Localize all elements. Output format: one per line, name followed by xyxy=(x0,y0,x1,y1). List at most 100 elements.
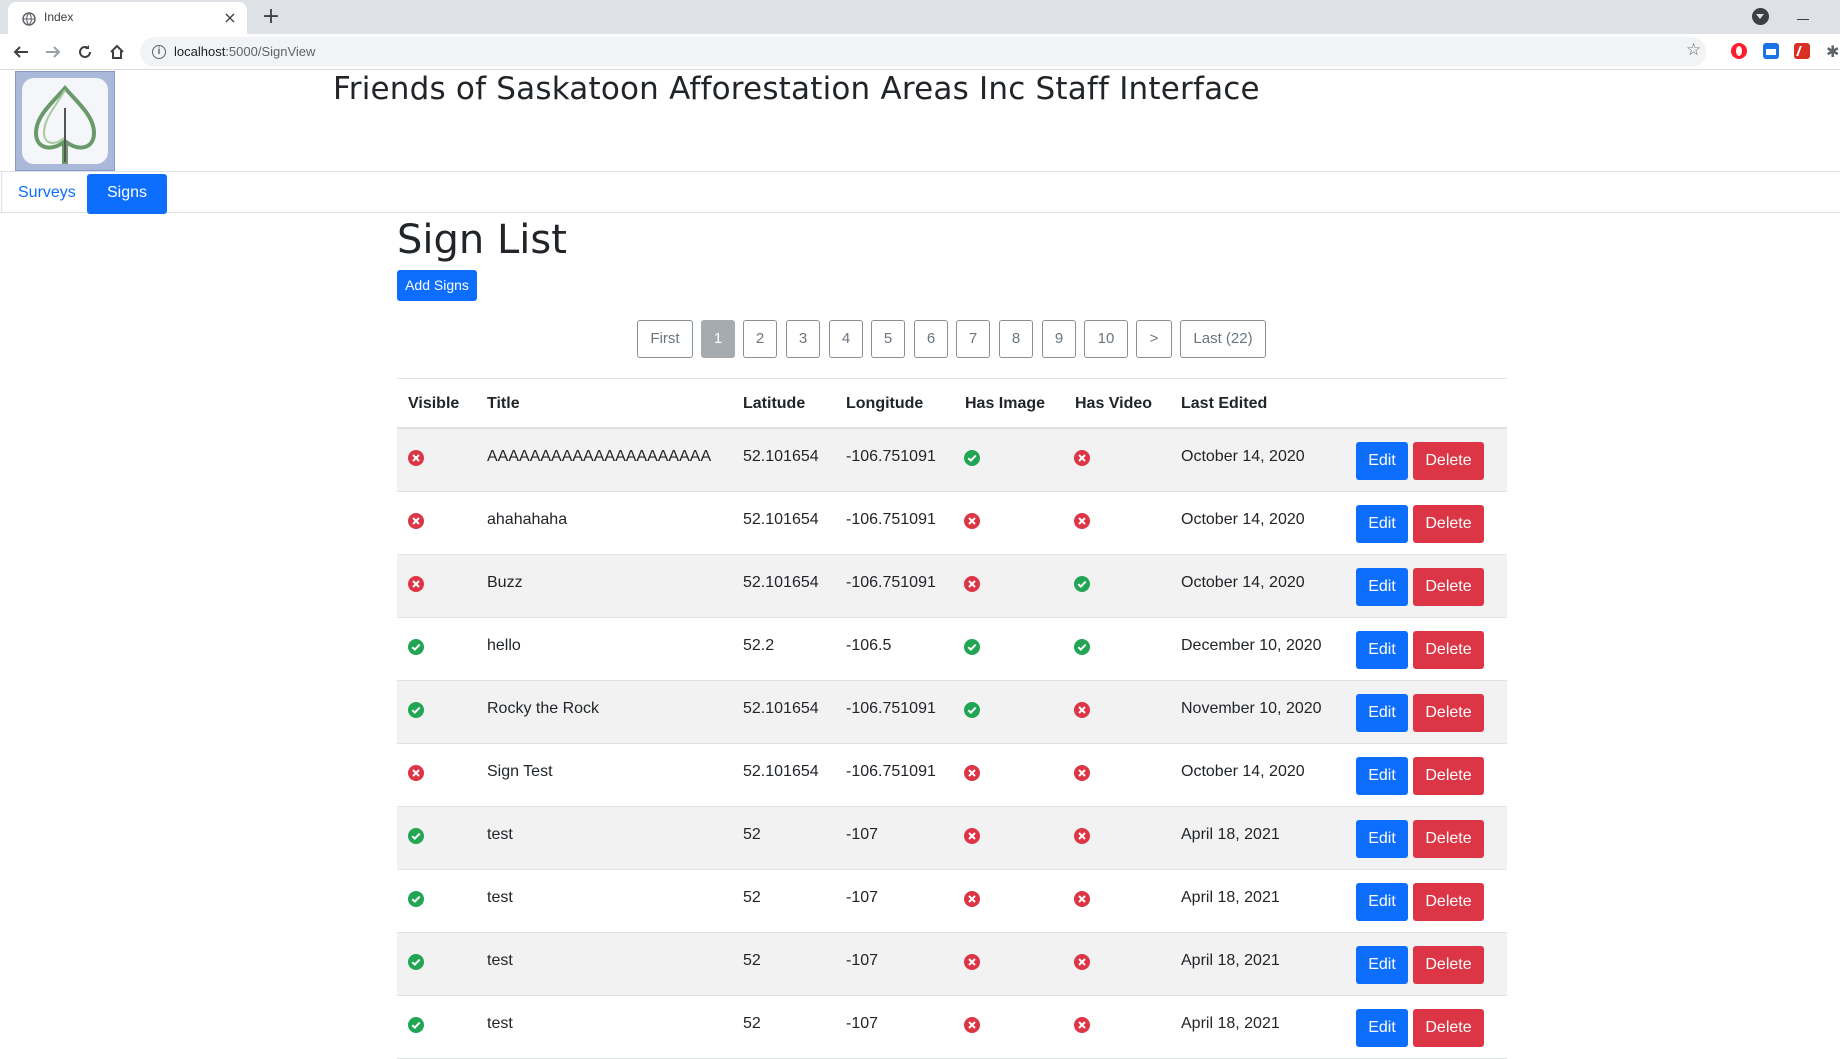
column-header-has-video[interactable]: Has Video xyxy=(1075,395,1152,413)
profile-menu-icon[interactable] xyxy=(1752,8,1769,25)
visible-check-icon xyxy=(408,891,424,907)
site-title: Friends of Saskatoon Afforestation Areas… xyxy=(333,71,1260,107)
back-icon[interactable] xyxy=(10,41,32,63)
page-button-6[interactable]: 6 xyxy=(914,320,948,358)
edit-button[interactable]: Edit xyxy=(1356,883,1408,921)
delete-button[interactable]: Delete xyxy=(1413,568,1484,606)
nav-link-surveys[interactable]: Surveys xyxy=(1,172,92,213)
sign-table: Visible Title Latitude Longitude Has Ima… xyxy=(397,378,1507,1059)
column-header-latitude[interactable]: Latitude xyxy=(743,395,805,413)
page-button-5[interactable]: 5 xyxy=(871,320,905,358)
cell-longitude: -107 xyxy=(846,826,879,843)
page-button-1[interactable]: 1 xyxy=(701,320,735,358)
bookmark-star-icon[interactable]: ☆ xyxy=(1686,40,1701,60)
extension-icon[interactable] xyxy=(1763,43,1779,59)
page-button-9[interactable]: 9 xyxy=(1042,320,1076,358)
page-button-8[interactable]: 8 xyxy=(999,320,1033,358)
forward-icon[interactable] xyxy=(42,41,64,63)
column-header-visible[interactable]: Visible xyxy=(408,395,459,413)
opera-extension-icon[interactable] xyxy=(1731,43,1747,59)
visible-cross-icon xyxy=(408,450,424,466)
delete-button[interactable]: Delete xyxy=(1413,1009,1484,1047)
edit-button[interactable]: Edit xyxy=(1356,505,1408,543)
browser-tab[interactable]: Index × xyxy=(8,2,247,34)
page-first-button[interactable]: First xyxy=(637,320,693,358)
delete-button[interactable]: Delete xyxy=(1413,694,1484,732)
page-last-button[interactable]: Last (22) xyxy=(1180,320,1266,358)
delete-button[interactable]: Delete xyxy=(1413,631,1484,669)
site-info-icon[interactable]: i xyxy=(152,45,166,59)
column-header-longitude[interactable]: Longitude xyxy=(846,395,923,413)
cell-longitude: -106.751091 xyxy=(846,763,936,780)
leaf-logo-icon xyxy=(33,84,97,164)
visible-check-icon xyxy=(408,702,424,718)
add-signs-button[interactable]: Add Signs xyxy=(397,270,477,301)
page-next-button[interactable]: > xyxy=(1136,320,1172,358)
delete-button[interactable]: Delete xyxy=(1413,946,1484,984)
page-button-4[interactable]: 4 xyxy=(829,320,863,358)
new-tab-icon[interactable]: + xyxy=(258,4,284,30)
column-header-last-edited[interactable]: Last Edited xyxy=(1181,395,1267,413)
cell-last-edited: April 18, 2021 xyxy=(1181,889,1280,906)
reload-icon[interactable] xyxy=(74,41,96,63)
visible-check-icon xyxy=(408,1017,424,1033)
edit-button[interactable]: Edit xyxy=(1356,946,1408,984)
delete-button[interactable]: Delete xyxy=(1413,757,1484,795)
has-image-cross-icon xyxy=(964,513,980,529)
delete-button[interactable]: Delete xyxy=(1413,442,1484,480)
cell-longitude: -107 xyxy=(846,1015,879,1032)
edit-button[interactable]: Edit xyxy=(1356,757,1408,795)
home-icon[interactable] xyxy=(106,41,128,63)
table-body: AAAAAAAAAAAAAAAAAAAAA 52.101654 -106.75109… xyxy=(397,429,1507,1059)
delete-button[interactable]: Delete xyxy=(1413,883,1484,921)
column-header-has-image[interactable]: Has Image xyxy=(965,395,1045,413)
cell-longitude: -107 xyxy=(846,889,879,906)
cell-last-edited: April 18, 2021 xyxy=(1181,1015,1280,1032)
delete-button[interactable]: Delete xyxy=(1413,820,1484,858)
cell-title: hello xyxy=(487,637,521,654)
cell-title: test xyxy=(487,952,513,969)
page-title: Sign List xyxy=(397,217,567,263)
has-video-cross-icon xyxy=(1074,954,1090,970)
edit-button[interactable]: Edit xyxy=(1356,1009,1408,1047)
cell-latitude: 52 xyxy=(743,1015,761,1032)
page-button-3[interactable]: 3 xyxy=(786,320,820,358)
edit-button[interactable]: Edit xyxy=(1356,568,1408,606)
edit-button[interactable]: Edit xyxy=(1356,442,1408,480)
cell-title: AAAAAAAAAAAAAAAAAAAAA xyxy=(487,448,712,465)
cell-longitude: -106.751091 xyxy=(846,511,936,528)
globe-icon xyxy=(22,11,36,26)
page-content: Friends of Saskatoon Afforestation Areas… xyxy=(0,71,1840,1059)
visible-cross-icon xyxy=(408,513,424,529)
cell-latitude: 52.101654 xyxy=(743,511,819,528)
cell-latitude: 52 xyxy=(743,889,761,906)
cell-last-edited: April 18, 2021 xyxy=(1181,952,1280,969)
main-nav: Surveys Signs xyxy=(0,171,1840,214)
column-header-title[interactable]: Title xyxy=(487,395,520,413)
has-video-cross-icon xyxy=(1074,891,1090,907)
edit-button[interactable]: Edit xyxy=(1356,694,1408,732)
edit-button[interactable]: Edit xyxy=(1356,820,1408,858)
has-image-check-icon xyxy=(964,450,980,466)
page-button-2[interactable]: 2 xyxy=(743,320,777,358)
extensions-puzzle-icon[interactable]: ✱ xyxy=(1826,42,1840,61)
minimize-window-icon[interactable] xyxy=(1797,6,1809,20)
visible-cross-icon xyxy=(408,765,424,781)
cell-latitude: 52 xyxy=(743,952,761,969)
address-bar[interactable]: i localhost:5000/SignView xyxy=(140,37,1706,67)
nav-link-signs[interactable]: Signs xyxy=(87,174,168,214)
delete-button[interactable]: Delete xyxy=(1413,505,1484,543)
cell-longitude: -107 xyxy=(846,952,879,969)
pagination: First 1 2 3 4 5 6 7 8 9 10 > Last (22) xyxy=(0,320,1840,358)
table-row: Rocky the Rock 52.101654 -106.751091 Novemb… xyxy=(397,681,1507,744)
has-image-cross-icon xyxy=(964,891,980,907)
browser-toolbar: i localhost:5000/SignView xyxy=(0,34,1840,70)
table-row: Sign Test 52.101654 -106.751091 October 14,… xyxy=(397,744,1507,807)
pdf-extension-icon[interactable] xyxy=(1794,43,1810,59)
cell-longitude: -106.751091 xyxy=(846,448,936,465)
close-tab-icon[interactable]: × xyxy=(221,9,239,27)
has-video-cross-icon xyxy=(1074,513,1090,529)
page-button-10[interactable]: 10 xyxy=(1084,320,1128,358)
edit-button[interactable]: Edit xyxy=(1356,631,1408,669)
page-button-7[interactable]: 7 xyxy=(956,320,990,358)
